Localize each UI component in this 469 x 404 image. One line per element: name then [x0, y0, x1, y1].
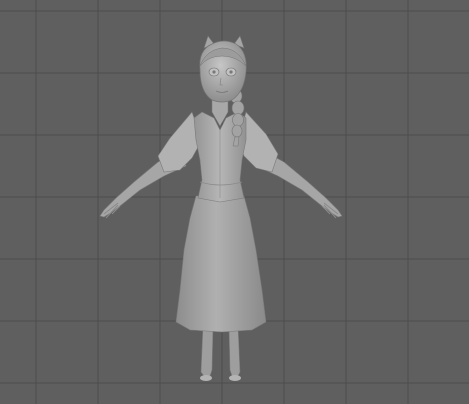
character-model[interactable] — [0, 0, 469, 404]
legs — [200, 325, 241, 381]
3d-viewport[interactable] — [0, 0, 469, 404]
skirt — [175, 195, 267, 333]
head — [199, 35, 247, 103]
